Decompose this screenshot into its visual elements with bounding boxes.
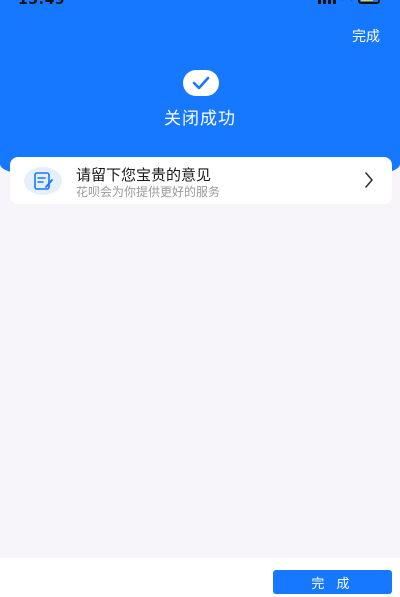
page-title: 关闭成功 [164,109,236,129]
status-time: 15:49 [18,0,66,8]
battery-icon [358,0,380,4]
footer-bar: 完 成 [0,558,400,597]
feedback-subtitle: 花呗会为你提供更好的服务 [76,185,221,199]
signal-icon [318,0,336,4]
check-icon [183,70,219,96]
header-banner: 15:49 完成 关闭成功 [0,0,400,174]
wifi-icon [342,0,352,4]
feedback-note-icon [24,167,62,195]
status-icons [318,0,380,4]
done-link[interactable]: 完成 [352,26,380,46]
feedback-card[interactable]: 请留下您宝贵的意见 花呗会为你提供更好的服务 [10,157,392,204]
done-button[interactable]: 完 成 [273,570,392,594]
status-bar: 15:49 [0,0,400,10]
feedback-title: 请留下您宝贵的意见 [76,166,212,184]
chevron-right-icon [364,172,374,192]
